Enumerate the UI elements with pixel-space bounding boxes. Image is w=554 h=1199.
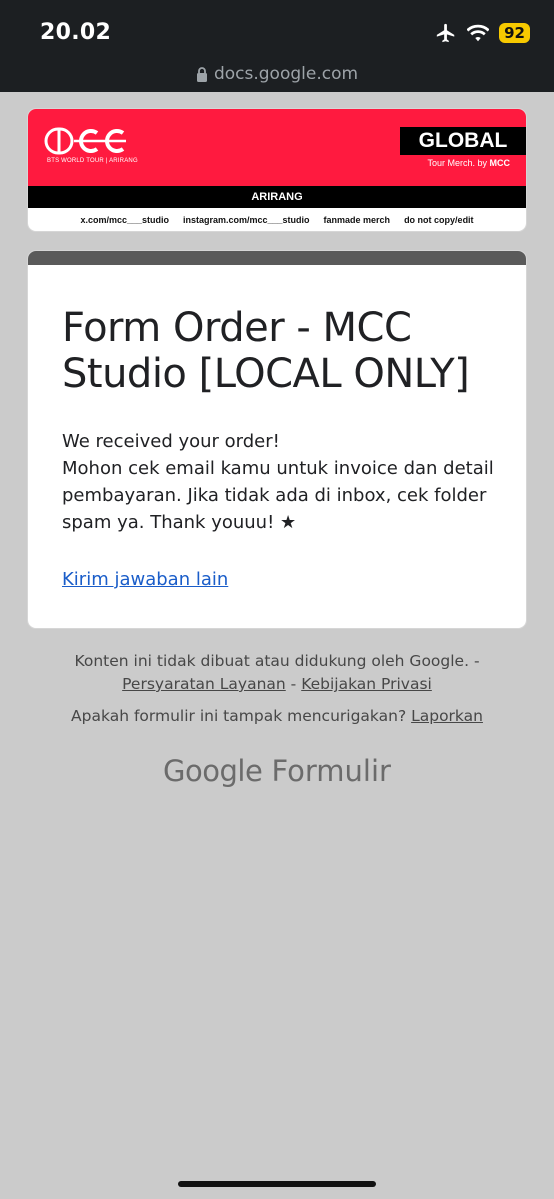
message-line-1: We received your order!	[62, 431, 280, 452]
home-indicator[interactable]	[178, 1181, 376, 1187]
terms-link[interactable]: Persyaratan Layanan	[122, 675, 286, 693]
banner-link-x: x.com/mcc___studio	[80, 215, 169, 225]
forms-wordmark: Formulir	[262, 754, 391, 788]
google-wordmark: Google	[163, 754, 263, 788]
banner-link-nocopy: do not copy/edit	[404, 215, 474, 225]
status-time: 20.02	[40, 20, 112, 45]
footer-report: Apakah formulir ini tampak mencurigakan?…	[30, 707, 524, 725]
header-banner: BTS WORLD TOUR | ARIRANG GLOBAL Tour Mer…	[27, 108, 527, 232]
battery-indicator: 92	[499, 23, 530, 43]
banner-subtitle: ARIRANG	[28, 186, 526, 208]
privacy-link[interactable]: Kebijakan Privasi	[301, 675, 432, 693]
suspicious-text: Apakah formulir ini tampak mencurigakan?	[71, 707, 412, 725]
form-title: Form Order - MCC Studio [LOCAL ONLY]	[62, 305, 470, 397]
google-forms-logo[interactable]: Google Formulir	[0, 754, 554, 788]
tour-merch-brand: MCC	[489, 158, 511, 168]
mcc-logo	[44, 127, 126, 155]
airplane-icon	[436, 23, 455, 43]
lock-icon	[196, 66, 207, 82]
logo-subtitle: BTS WORLD TOUR | ARIRANG	[47, 158, 138, 164]
footer-disclaimer: Konten ini tidak dibuat atau didukung ol…	[30, 650, 524, 696]
submit-another-link[interactable]: Kirim jawaban lain	[62, 569, 228, 590]
confirmation-message: We received your order! Mohon cek email …	[62, 428, 502, 536]
message-line-2: Mohon cek email kamu untuk invoice dan d…	[62, 458, 494, 533]
banner-link-instagram: instagram.com/mcc___studio	[182, 215, 310, 225]
card-top-bar	[28, 251, 526, 265]
banner-red-section: BTS WORLD TOUR | ARIRANG GLOBAL Tour Mer…	[28, 109, 526, 186]
status-icons: 92	[435, 22, 530, 44]
report-link[interactable]: Laporkan	[411, 707, 483, 725]
tour-merch-prefix: Tour Merch. by	[427, 158, 490, 168]
tour-merch-label: Tour Merch. by MCC	[427, 158, 510, 168]
banner-link-fanmade: fanmade merch	[323, 215, 391, 225]
global-label: GLOBAL	[400, 127, 526, 155]
url-bar[interactable]: docs.google.com	[0, 64, 554, 84]
browser-chrome: 20.02 92 docs.google.com	[0, 0, 554, 92]
footer-separator: -	[285, 675, 302, 693]
confirmation-card: Form Order - MCC Studio [LOCAL ONLY] We …	[27, 250, 527, 629]
wifi-icon	[467, 24, 490, 42]
disclaimer-text: Konten ini tidak dibuat atau didukung ol…	[74, 652, 480, 670]
url-text: docs.google.com	[213, 64, 359, 84]
banner-links: x.com/mcc___studio instagram.com/mcc___s…	[28, 209, 526, 231]
